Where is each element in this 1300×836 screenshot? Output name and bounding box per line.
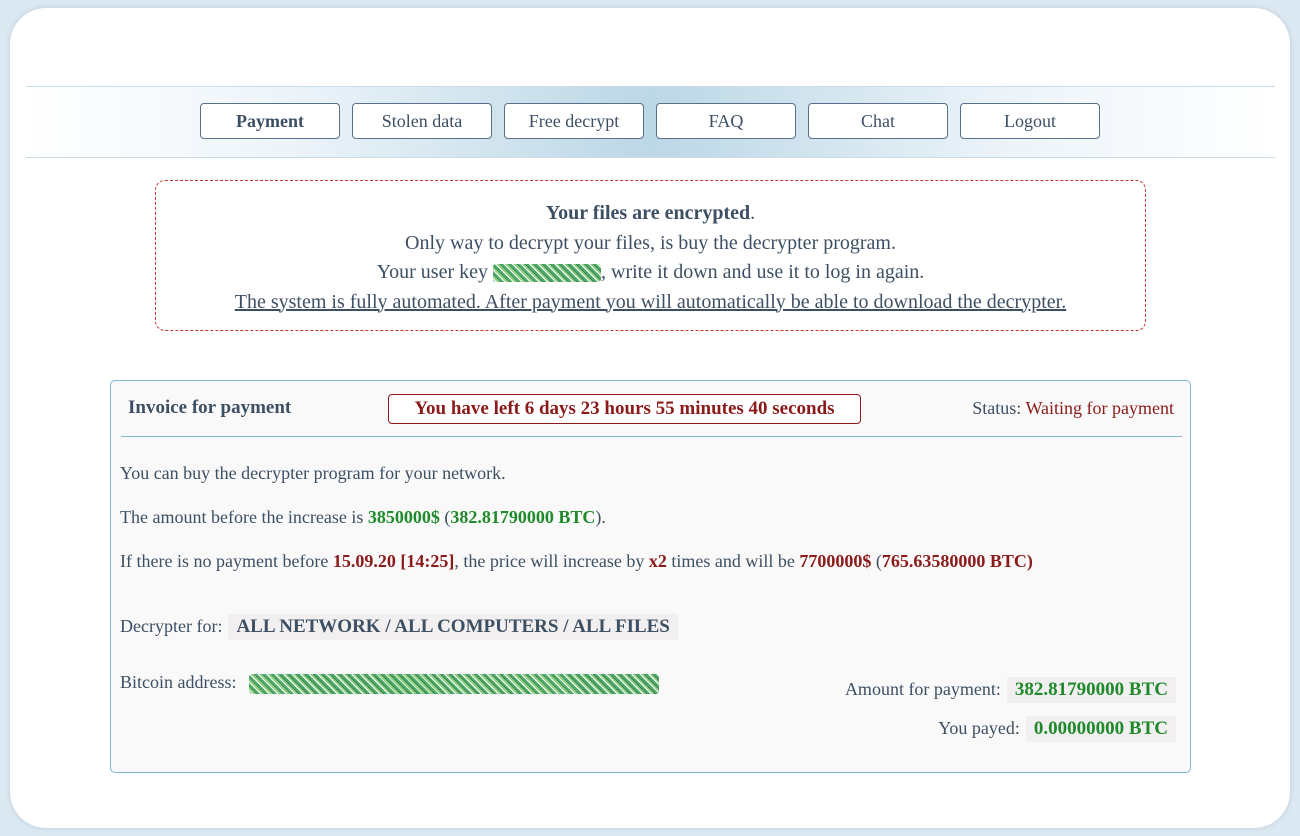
increase-text-2: , the price will increase by bbox=[454, 551, 649, 571]
user-key-prefix: Your user key bbox=[376, 261, 494, 283]
amount-prefix: The amount before the increase is bbox=[120, 507, 368, 527]
invoice-divider bbox=[121, 436, 1182, 437]
nav-payment-button[interactable]: Payment bbox=[200, 103, 340, 139]
encryption-notice: Your files are encrypted. Only way to de… bbox=[155, 180, 1146, 331]
increase-factor: x2 bbox=[648, 551, 667, 571]
increase-date: 15.09.20 [14:25] bbox=[332, 551, 455, 571]
increase-line: If there is no payment before 15.09.20 [… bbox=[120, 551, 1033, 572]
status-label: Status: bbox=[972, 398, 1022, 418]
decrypter-line: Decrypter for: ALL NETWORK / ALL COMPUTER… bbox=[120, 614, 678, 640]
invoice-title: Invoice for payment bbox=[128, 397, 292, 418]
notice-title-suffix: . bbox=[750, 202, 756, 224]
increase-btc: 765.63580000 BTC) bbox=[881, 551, 1033, 571]
amount-open: ( bbox=[439, 507, 451, 527]
decrypter-scope: ALL NETWORK / ALL COMPUTERS / ALL FILES bbox=[228, 614, 678, 640]
nav-free-decrypt-button[interactable]: Free decrypt bbox=[504, 103, 644, 139]
payed-value: 0.00000000 BTC bbox=[1025, 716, 1176, 742]
bitcoin-address-redacted[interactable] bbox=[248, 673, 659, 694]
user-key-suffix: , write it down and use it to log in aga… bbox=[601, 261, 925, 283]
notice-line-4: The system is fully automated. After pay… bbox=[234, 290, 1067, 313]
increase-text-3: times and will be bbox=[666, 551, 800, 571]
nav-chat-button[interactable]: Chat bbox=[808, 103, 948, 139]
countdown-timer: You have left 6 days 23 hours 55 minutes… bbox=[388, 394, 861, 424]
amount-pay-label: Amount for payment: bbox=[844, 679, 1001, 699]
amount-btc: 382.81790000 BTC bbox=[450, 507, 596, 527]
notice-title-line: Your files are encrypted. bbox=[156, 199, 1145, 229]
decrypter-label: Decrypter for: bbox=[120, 616, 223, 636]
nav-logout-button[interactable]: Logout bbox=[960, 103, 1100, 139]
invoice-panel: Invoice for payment You have left 6 days… bbox=[110, 380, 1191, 773]
status-value: Waiting for payment bbox=[1025, 398, 1174, 418]
payed-label: You payed: bbox=[938, 718, 1020, 738]
you-payed-line: You payed: 0.00000000 BTC bbox=[938, 716, 1176, 742]
nav-stolen-data-button[interactable]: Stolen data bbox=[352, 103, 492, 139]
increase-text-1: If there is no payment before bbox=[120, 551, 333, 571]
amount-usd: 3850000$ bbox=[367, 507, 440, 527]
invoice-intro: You can buy the decrypter program for yo… bbox=[120, 463, 506, 483]
bitcoin-label: Bitcoin address: bbox=[120, 672, 237, 692]
amount-pay-value: 382.81790000 BTC bbox=[1006, 677, 1176, 703]
notice-title: Your files are encrypted bbox=[545, 202, 751, 224]
user-key-redacted bbox=[493, 264, 602, 283]
amount-close: ). bbox=[595, 507, 606, 527]
notice-user-key-line: Your user key , write it down and use it… bbox=[156, 258, 1145, 288]
nav-faq-button[interactable]: FAQ bbox=[656, 103, 796, 139]
increase-usd: 7700000$ bbox=[799, 551, 872, 571]
notice-line-2: Only way to decrypt your files, is buy t… bbox=[405, 231, 896, 254]
amount-line: The amount before the increase is 385000… bbox=[120, 507, 606, 528]
payment-status: Status: Waiting for payment bbox=[972, 398, 1174, 419]
amount-for-payment-line: Amount for payment: 382.81790000 BTC bbox=[845, 677, 1176, 703]
bitcoin-address-line: Bitcoin address: bbox=[120, 672, 659, 694]
increase-open: ( bbox=[871, 551, 882, 571]
